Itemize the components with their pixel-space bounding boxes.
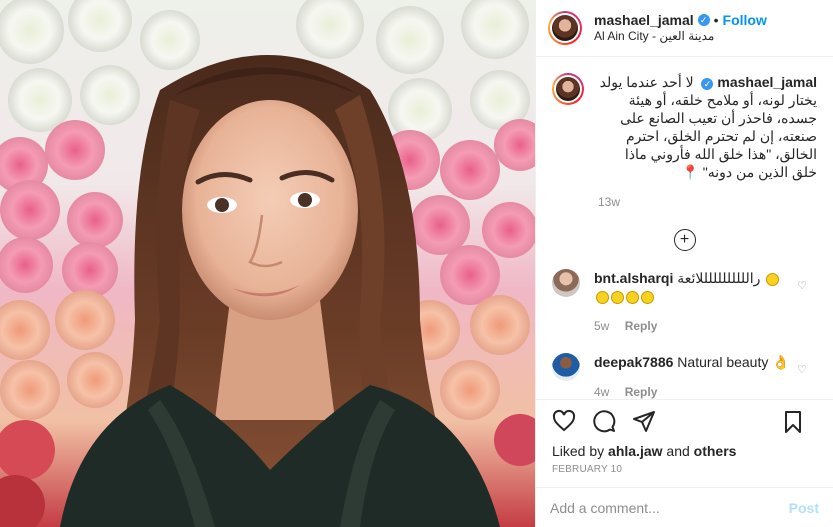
yellow-heart-icon	[766, 272, 780, 286]
separator-dot: •	[713, 12, 719, 28]
caption-avatar[interactable]	[552, 73, 584, 105]
comment-meta: 5w Reply	[594, 317, 794, 335]
comment-time: 4w	[594, 385, 610, 399]
instagram-post-modal: mashael_jamal ✓ • Follow Al Ain City - م…	[0, 0, 833, 527]
post-header: mashael_jamal ✓ • Follow Al Ain City - م…	[536, 0, 833, 57]
comment-like-icon[interactable]: ♡	[797, 279, 807, 292]
yellow-heart-icon	[611, 290, 624, 304]
author-avatar[interactable]	[548, 11, 582, 45]
comment-username[interactable]: deepak7886	[594, 354, 673, 370]
yellow-heart-icon	[626, 290, 639, 304]
commenter-avatar[interactable]	[552, 269, 580, 297]
plus-circle-icon[interactable]: +	[673, 229, 696, 251]
comments-section[interactable]: mashael_jamal ✓ لا أحد عندما يولد يختار …	[536, 57, 833, 399]
comment-meta: 4w Reply	[594, 383, 794, 399]
caption-time: 13w	[598, 195, 621, 209]
author-info: mashael_jamal ✓ • Follow Al Ain City - م…	[594, 12, 767, 44]
yellow-heart-icon	[596, 290, 609, 304]
post-caption: mashael_jamal ✓ لا أحد عندما يولد يختار …	[552, 73, 817, 181]
likes-others[interactable]: others	[694, 443, 737, 459]
yellow-heart-icon	[641, 290, 654, 304]
comment-text: Natural beauty	[677, 354, 769, 370]
commenter-avatar[interactable]	[552, 353, 580, 381]
comment-body: deepak7886 Natural beauty 👌 4w Reply	[594, 353, 794, 399]
heart-icon[interactable]	[552, 409, 576, 433]
author-username[interactable]: mashael_jamal	[594, 12, 694, 28]
author-row: mashael_jamal ✓ • Follow	[594, 12, 767, 28]
comment-body: bnt.alsharqi رالللللللللللائعة 5w Reply	[594, 269, 794, 335]
comment-item: bnt.alsharqi رالللللللللللائعة 5w Reply …	[552, 269, 817, 335]
post-location[interactable]: Al Ain City - مدينة العين	[594, 28, 767, 44]
post-date: FEBRUARY 10	[552, 464, 623, 475]
comment-text: رالللللللللللائعة	[677, 270, 761, 286]
post-comment-button[interactable]: Post	[789, 500, 819, 516]
verified-badge-icon: ✓	[701, 78, 714, 90]
caption-username[interactable]: mashael_jamal	[717, 74, 817, 90]
reply-button[interactable]: Reply	[625, 319, 658, 333]
comment-time: 5w	[594, 319, 610, 333]
likes-prefix: Liked by	[552, 443, 605, 459]
verified-badge-icon: ✓	[697, 14, 710, 26]
share-icon[interactable]	[632, 409, 656, 433]
bookmark-icon[interactable]	[781, 410, 805, 434]
ok-hand-icon: 👌	[772, 354, 790, 370]
comment-item: deepak7886 Natural beauty 👌 4w Reply ♡	[552, 353, 817, 399]
add-comment-bar: Post	[536, 487, 833, 527]
post-photo[interactable]	[0, 0, 535, 527]
action-bar	[536, 399, 833, 442]
post-photo-image	[0, 0, 535, 527]
caption-text-block: mashael_jamal ✓ لا أحد عندما يولد يختار …	[598, 73, 817, 181]
comment-like-icon[interactable]: ♡	[797, 363, 807, 376]
likes-summary: Liked by ahla.jaw and others	[536, 442, 833, 460]
comment-username[interactable]: bnt.alsharqi	[594, 270, 673, 286]
likes-user[interactable]: ahla.jaw	[608, 443, 662, 459]
post-sidebar: mashael_jamal ✓ • Follow Al Ain City - م…	[535, 0, 833, 527]
likes-joiner: and	[666, 443, 690, 459]
follow-button[interactable]: Follow	[723, 12, 767, 28]
pin-icon: 📍	[681, 164, 699, 180]
comment-icon[interactable]	[592, 409, 616, 433]
reply-button[interactable]: Reply	[625, 385, 658, 399]
comment-input[interactable]	[550, 499, 789, 516]
